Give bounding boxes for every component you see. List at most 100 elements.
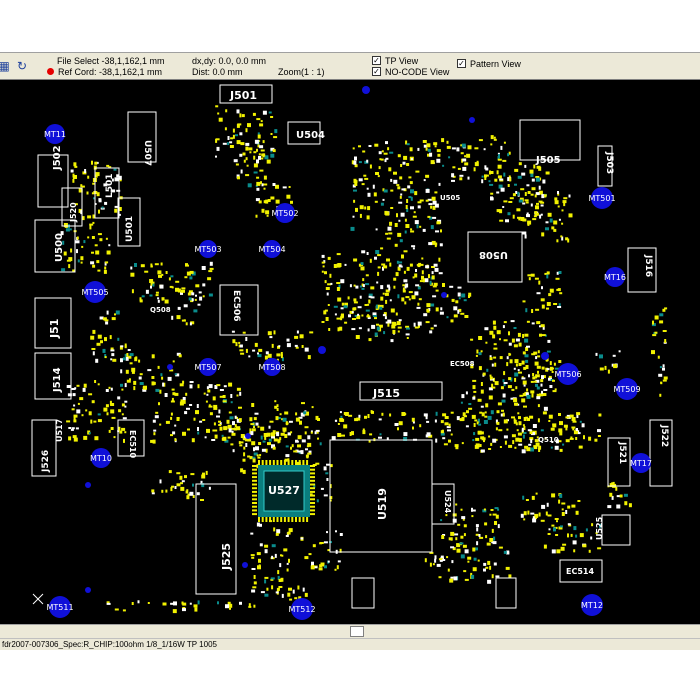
pad (189, 322, 192, 326)
pad (111, 416, 116, 419)
pad (339, 417, 344, 422)
pad (504, 440, 507, 445)
u527-pin (265, 460, 268, 465)
pad (165, 420, 170, 424)
pad (203, 392, 206, 395)
pad (113, 168, 117, 171)
pad (238, 341, 241, 344)
pad (540, 324, 545, 328)
refresh-icon[interactable]: ↻ (14, 58, 30, 74)
pad (334, 313, 337, 316)
tp-mt505[interactable]: MT505 (81, 281, 109, 303)
u527-pin (310, 472, 315, 475)
pcb-canvas[interactable]: J501 U504 J505 J515 U527 U507 J502 J520 … (0, 80, 700, 624)
pad (316, 431, 319, 434)
pad (171, 485, 175, 488)
grid-icon[interactable]: ▦ (0, 58, 12, 74)
tp-view-checkbox[interactable]: ✓ (372, 56, 381, 65)
pad (238, 418, 242, 423)
scrollbar-thumb[interactable] (350, 626, 364, 637)
pad (663, 376, 668, 380)
pad (260, 591, 265, 594)
pad (189, 602, 192, 605)
label-ec510: EC510 (128, 430, 137, 458)
tp-mt504[interactable]: MT504 (258, 240, 286, 258)
tp-mt506[interactable]: MT506 (554, 363, 582, 385)
pad (114, 313, 116, 316)
pad (108, 386, 111, 389)
tp-mt511[interactable]: MT511 (46, 596, 74, 618)
pad (358, 414, 361, 418)
pad (530, 193, 534, 196)
pad (659, 313, 664, 317)
pad (406, 337, 409, 339)
pad (245, 146, 249, 151)
pad (358, 263, 361, 267)
tp-mt12[interactable]: MT12 (581, 594, 603, 616)
pad (336, 565, 339, 570)
pad (358, 327, 362, 330)
pad (76, 384, 80, 387)
pad (537, 370, 539, 374)
pad (152, 439, 156, 444)
svg-text:MT16: MT16 (604, 273, 626, 282)
pad (380, 296, 384, 301)
pad (256, 187, 260, 191)
pad (522, 334, 525, 338)
pad (652, 334, 657, 337)
pad (236, 387, 241, 391)
tp-mt512[interactable]: MT512 (288, 598, 316, 620)
pad (450, 576, 454, 579)
tp-mt11[interactable]: MT11 (44, 124, 66, 144)
tp-mt10[interactable]: MT10 (90, 448, 112, 468)
pad (495, 427, 498, 431)
pad (483, 420, 488, 424)
pad (125, 356, 129, 361)
pad (268, 111, 272, 114)
pad (538, 512, 541, 517)
pad (117, 337, 120, 341)
pad (453, 306, 458, 311)
pad (353, 189, 357, 192)
pad (351, 311, 354, 314)
pad (464, 315, 469, 318)
horizontal-scrollbar[interactable] (0, 624, 700, 638)
pattern-view-checkbox[interactable]: ✓ (457, 59, 466, 68)
pad (426, 308, 430, 312)
pad (147, 602, 150, 604)
pad (511, 388, 515, 391)
pad (556, 520, 558, 523)
pad (448, 439, 451, 443)
pad (534, 194, 537, 198)
tp-mt503[interactable]: MT503 (194, 240, 222, 258)
pad (402, 161, 406, 165)
u525-outline (601, 514, 631, 546)
pad (503, 382, 508, 384)
pad (323, 494, 328, 497)
pad (271, 343, 274, 348)
pad (388, 286, 391, 291)
pad (508, 342, 512, 346)
tp-mt509[interactable]: MT509 (613, 378, 641, 400)
pad (523, 417, 527, 421)
pad (478, 336, 483, 340)
pad (279, 413, 282, 416)
tp-mt508[interactable]: MT508 (258, 358, 286, 376)
tp-mt16[interactable]: MT16 (604, 267, 626, 287)
pad (657, 355, 660, 359)
pad (150, 285, 152, 289)
tp-mt17[interactable]: MT17 (630, 453, 652, 473)
pad (352, 318, 356, 320)
tp-mt507[interactable]: MT507 (194, 358, 222, 376)
tp-mt501[interactable]: MT501 (588, 187, 616, 209)
pad (499, 178, 504, 181)
pad (286, 343, 291, 348)
pad (541, 304, 545, 309)
pad (389, 299, 392, 302)
tp-mt502[interactable]: MT502 (271, 203, 299, 223)
pad (565, 439, 570, 443)
pad (551, 371, 554, 373)
no-code-view-checkbox[interactable]: ✓ (372, 67, 381, 76)
pad (425, 188, 430, 193)
pad (471, 574, 475, 579)
